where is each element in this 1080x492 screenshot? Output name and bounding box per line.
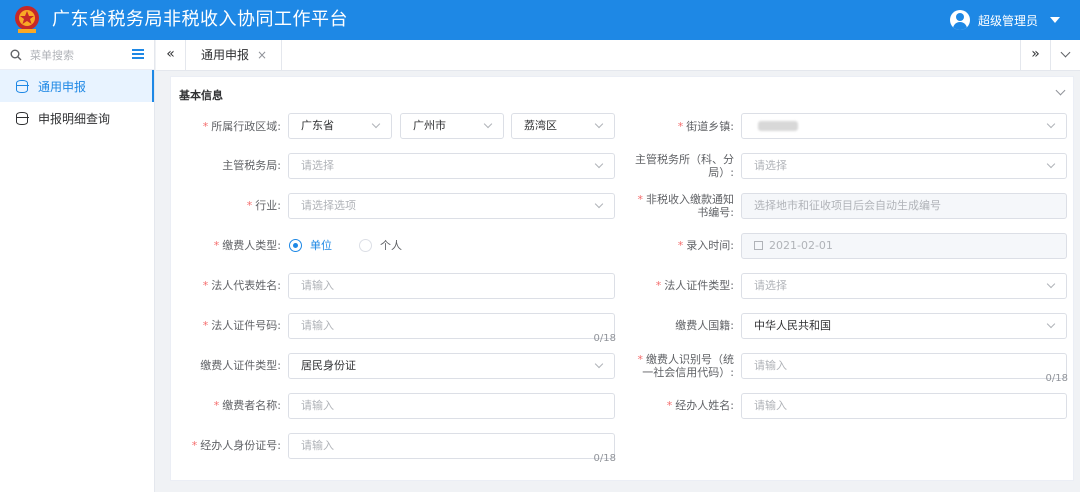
legal-name-label: * 法人代表姓名: [202,279,281,292]
sidebar: 菜单搜索 通用申报 申报明细查询 [0,40,155,492]
database-icon [15,111,29,125]
nationality-label: 缴费人国籍: [675,319,734,332]
radio-checked-icon [289,238,302,252]
handler-id-label: * 经办人身份证号: [191,439,281,452]
tax-bureau-select[interactable]: 请选择 [288,153,615,179]
payer-code-input[interactable]: 请输入 0/18 [741,353,1068,384]
chevron-down-icon [1046,119,1056,129]
caret-down-icon [1050,17,1060,23]
char-counter: 0/18 [1045,373,1068,384]
province-select[interactable]: 广东省 [288,113,392,139]
tab-bar: « 通用申报 × » [156,40,1080,71]
calendar-icon [754,241,763,250]
char-counter: 0/18 [593,333,616,344]
tab-more-button[interactable] [1050,40,1080,70]
city-select[interactable]: 广州市 [400,113,504,139]
tab-close-icon[interactable]: × [257,48,267,62]
payer-id-type-select[interactable]: 居民身份证 [288,353,615,379]
payer-name-label: * 缴费者名称: [213,399,281,412]
chevron-down-icon [1055,85,1066,96]
chevron-down-icon [1046,159,1056,169]
search-icon [10,49,22,60]
payer-code-label: * 缴费人识别号（统 一社会信用代码）: [637,353,735,379]
user-menu[interactable]: 超级管理员 [949,0,1060,40]
tab-scroll-right-button[interactable]: » [1020,40,1050,70]
sidebar-item-label: 申报明细查询 [38,111,111,126]
tab-general-declaration[interactable]: 通用申报 × [187,40,283,70]
tax-bureau-label: 主管税务局: [222,159,281,172]
sidebar-item-general-declaration[interactable]: 通用申报 [0,70,154,102]
payer-type-radio-unit[interactable]: 单位 [289,237,332,253]
tab-scroll-left-button[interactable]: « [156,40,186,70]
nationality-select[interactable]: 中华人民共和国 [741,313,1067,339]
industry-label: * 行业: [246,199,281,212]
sidebar-item-declaration-query[interactable]: 申报明细查询 [0,102,154,134]
menu-search-input[interactable]: 菜单搜索 [30,47,74,63]
handler-name-input[interactable]: 请输入 [741,393,1067,419]
legal-id-type-label: * 法人证件类型: [655,279,734,292]
chevron-down-icon [594,119,604,129]
radio-unchecked-icon [359,238,372,252]
district-select[interactable]: 荔湾区 [511,113,615,139]
notice-number-input: 选择地市和征收项目后会自动生成编号 [741,193,1067,219]
chevron-down-icon [1046,319,1056,329]
industry-select[interactable]: 请选择选项 [288,193,615,219]
chevron-down-icon [1060,47,1071,58]
sidebar-item-label: 通用申报 [38,79,87,94]
section-title: 基本信息 [179,89,223,102]
database-icon [15,79,29,93]
region-label: * 所属行政区域: [202,120,281,133]
entry-time-label: * 录入时间: [677,239,734,252]
handler-name-label: * 经办人姓名: [666,399,734,412]
user-name: 超级管理员 [977,13,1038,28]
street-label: * 街道乡镇: [677,120,734,133]
legal-name-input[interactable]: 请输入 [288,273,615,299]
chevron-down-icon [1046,279,1056,289]
legal-id-type-select[interactable]: 请选择 [741,273,1067,299]
menu-search[interactable]: 菜单搜索 [0,40,154,70]
app-title: 广东省税务局非税收入协同工作平台 [52,9,348,30]
redacted-value [758,121,798,131]
payer-name-input[interactable]: 请输入 [288,393,615,419]
street-select[interactable] [741,113,1067,139]
legal-id-number-label: * 法人证件号码: [202,319,281,332]
chevron-down-icon [594,159,604,169]
tab-label: 通用申报 [201,48,250,62]
legal-id-number-input[interactable]: 请输入 0/18 [288,313,616,344]
tax-office-select[interactable]: 请选择 [741,153,1067,179]
menu-fold-icon[interactable] [132,49,144,60]
top-bar: 广东省税务局非税收入协同工作平台 超级管理员 [0,0,1080,40]
payer-type-label: * 缴费人类型: [213,239,281,252]
notice-number-label: * 非税收入缴款通知 书编号: [637,193,735,219]
chevron-down-icon [371,119,381,129]
entry-time-input: 2021-02-01 [741,233,1067,259]
payer-type-radio-individual[interactable]: 个人 [359,237,402,253]
chevron-down-icon [594,199,604,209]
payer-id-type-label: 缴费人证件类型: [200,359,281,372]
chevron-down-icon [483,119,493,129]
chevron-down-icon [594,359,604,369]
char-counter: 0/18 [593,453,616,464]
basic-info-panel: 基本信息 * 所属行政区域: 广东省 广州市 荔湾区 * 街道乡镇: 主管税务局: … [170,76,1074,481]
tax-emblem-icon [15,6,39,33]
user-avatar-icon [949,10,970,30]
tax-office-label: 主管税务所（科、分 局）: [635,153,734,179]
handler-id-input[interactable]: 请输入 0/18 [288,433,616,464]
